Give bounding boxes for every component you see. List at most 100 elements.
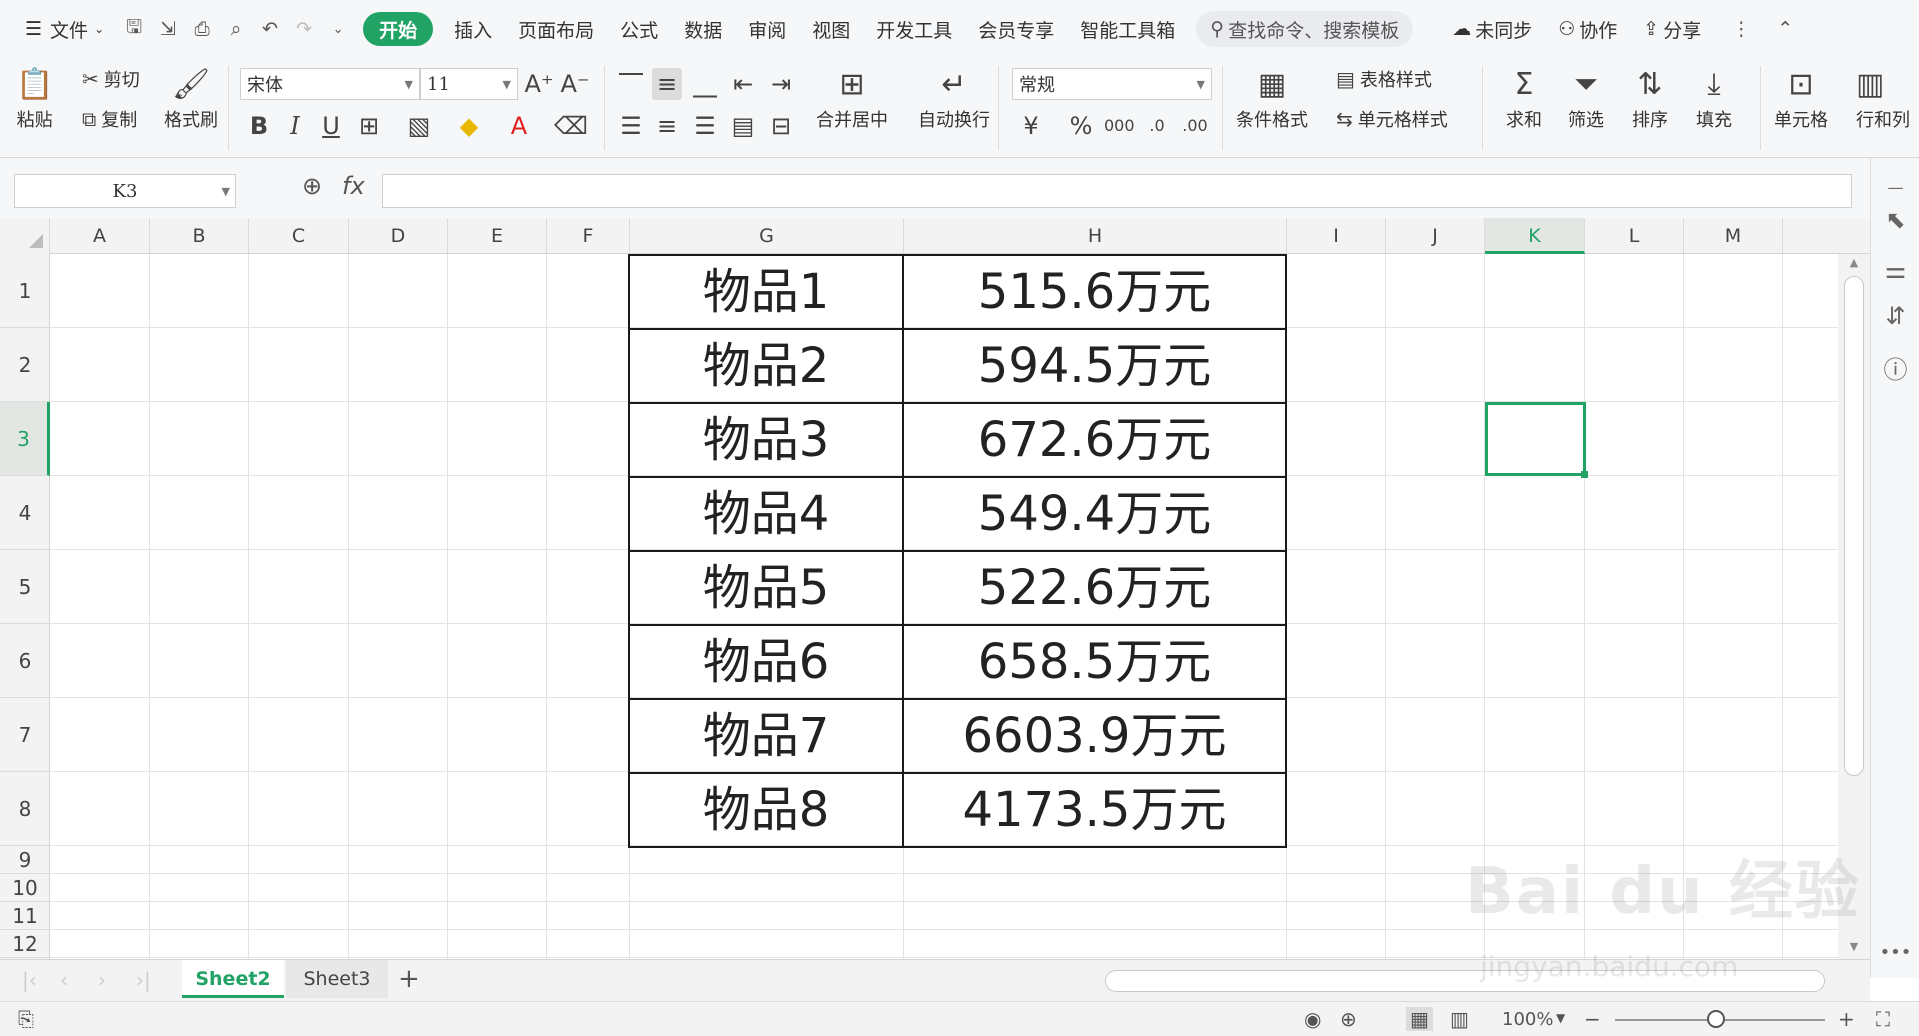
fullscreen-icon[interactable]: ⛶ — [1876, 1007, 1890, 1031]
currency-icon[interactable]: ¥ — [1016, 110, 1046, 142]
fill-button[interactable]: ⤓ 填充 — [1696, 64, 1732, 132]
properties-icon[interactable]: ⚌ — [1871, 256, 1919, 284]
value-cell[interactable]: 6603.9万元 — [902, 698, 1287, 774]
column-header-h[interactable]: H — [904, 218, 1287, 254]
next-sheet-icon[interactable]: › — [98, 968, 106, 992]
collapse-pane-icon[interactable]: — — [1871, 178, 1919, 197]
align-right-icon[interactable]: ☰ — [690, 110, 720, 142]
row-header-8[interactable]: 8 — [0, 772, 50, 846]
value-cell[interactable]: 658.5万元 — [902, 624, 1287, 700]
format-painter-button[interactable]: 🖌 格式刷 — [164, 64, 218, 132]
align-top-icon[interactable]: ⎺ — [616, 68, 646, 100]
borders-icon[interactable]: ⊞ — [354, 110, 384, 142]
active-cell-k3[interactable] — [1485, 402, 1588, 478]
value-cell[interactable]: 594.5万元 — [902, 328, 1287, 404]
sheet-tab-sheet3[interactable]: Sheet3 — [286, 960, 388, 998]
sheet-tab-sheet2[interactable]: Sheet2 — [182, 960, 284, 998]
eye-protection-icon[interactable]: ◉ — [1304, 1007, 1321, 1031]
item-cell[interactable]: 物品5 — [628, 550, 904, 626]
layout-center-icon[interactable]: ⊕ — [1340, 1007, 1357, 1031]
collab-button[interactable]: ⚇ 协作 — [1545, 12, 1630, 46]
column-header-e[interactable]: E — [448, 218, 547, 254]
tab-developer[interactable]: 开发工具 — [863, 12, 965, 46]
tab-data[interactable]: 数据 — [671, 12, 735, 46]
column-header-partial[interactable] — [1783, 218, 1838, 254]
zoom-level[interactable]: 100% — [1502, 1009, 1553, 1030]
number-format-select[interactable]: 常规 ▼ — [1012, 68, 1212, 100]
value-cell[interactable]: 515.6万元 — [902, 254, 1287, 330]
select-cursor-icon[interactable]: ⬉ — [1871, 206, 1919, 234]
print-icon[interactable]: ⎙ — [185, 12, 219, 46]
column-header-m[interactable]: M — [1684, 218, 1783, 254]
redo-icon[interactable]: ↷ — [287, 12, 321, 46]
row-header-10[interactable]: 10 — [0, 874, 50, 902]
copy-button[interactable]: ⧉ 复制 — [82, 106, 137, 132]
justify-icon[interactable]: ▤ — [728, 110, 758, 142]
column-header-l[interactable]: L — [1585, 218, 1684, 254]
row-header-2[interactable]: 2 — [0, 328, 50, 402]
normal-view-icon[interactable]: ▦ — [1406, 1007, 1433, 1031]
tab-smart-toolbox[interactable]: 智能工具箱 — [1067, 12, 1188, 46]
row-header-6[interactable]: 6 — [0, 624, 50, 698]
first-sheet-icon[interactable]: |‹ — [22, 968, 37, 992]
row-header-5[interactable]: 5 — [0, 550, 50, 624]
cell-button[interactable]: ⊡ 单元格 — [1774, 64, 1828, 132]
share-button[interactable]: ⇪ 分享 — [1630, 12, 1714, 46]
zoom-slider-knob[interactable] — [1707, 1010, 1725, 1028]
column-header-g[interactable]: G — [630, 218, 904, 254]
select-all-corner[interactable] — [0, 218, 50, 254]
column-header-i[interactable]: I — [1287, 218, 1386, 254]
item-cell[interactable]: 物品1 — [628, 254, 904, 330]
sum-button[interactable]: Σ 求和 — [1506, 64, 1542, 132]
tab-formulas[interactable]: 公式 — [607, 12, 671, 46]
cell-style-button[interactable]: ⇆ 单元格样式 — [1336, 106, 1448, 132]
formula-input[interactable] — [382, 174, 1852, 208]
clear-format-icon[interactable]: ⌫ — [554, 110, 588, 142]
cell-fill-pattern-icon[interactable]: ▧ — [404, 110, 434, 142]
macro-record-icon[interactable]: ⎘ — [18, 1007, 34, 1031]
row-header-7[interactable]: 7 — [0, 698, 50, 772]
more-icon[interactable]: ⋮ — [1724, 12, 1758, 46]
percent-icon[interactable]: % — [1066, 110, 1096, 142]
item-cell[interactable]: 物品3 — [628, 402, 904, 478]
align-bottom-icon[interactable]: ⎽ — [690, 68, 720, 100]
row-header-1[interactable]: 1 — [0, 254, 50, 328]
conditional-format-button[interactable]: ▦ 条件格式 — [1236, 64, 1308, 132]
table-style-button[interactable]: ▤ 表格样式 — [1336, 66, 1432, 92]
column-header-b[interactable]: B — [150, 218, 249, 254]
zoom-in-icon[interactable]: + — [1838, 1007, 1855, 1031]
decrease-font-icon[interactable]: A⁻ — [560, 68, 590, 100]
row-header-9[interactable]: 9 — [0, 846, 50, 874]
row-header-3[interactable]: 3 — [0, 402, 50, 476]
tab-review[interactable]: 审阅 — [735, 12, 799, 46]
save-icon[interactable]: 🖫 — [117, 12, 151, 46]
row-header-11[interactable]: 11 — [0, 902, 50, 930]
decrease-decimal-icon[interactable]: .00 — [1180, 110, 1210, 142]
value-cell[interactable]: 4173.5万元 — [902, 772, 1287, 848]
column-header-c[interactable]: C — [249, 218, 349, 254]
font-color-icon[interactable]: A — [504, 110, 534, 142]
indent-increase-icon[interactable]: ⇥ — [766, 68, 796, 100]
tab-page-layout[interactable]: 页面布局 — [505, 12, 607, 46]
item-cell[interactable]: 物品4 — [628, 476, 904, 552]
sort-button[interactable]: ⇅ 排序 — [1632, 64, 1668, 132]
fx-icon[interactable]: fx — [342, 172, 365, 200]
tab-home[interactable]: 开始 — [363, 12, 434, 46]
fill-color-icon[interactable]: ◆ — [454, 110, 484, 142]
column-header-j[interactable]: J — [1386, 218, 1485, 254]
page-break-view-icon[interactable]: ▥ — [1450, 1007, 1469, 1031]
more-options-icon[interactable]: ••• — [1871, 942, 1919, 963]
underline-icon[interactable]: U — [316, 110, 346, 142]
wrap-text-button[interactable]: ↵ 自动换行 — [918, 64, 990, 132]
help-icon[interactable]: ⓘ — [1871, 350, 1919, 385]
transform-icon[interactable]: ⇵ — [1871, 302, 1919, 330]
align-middle-icon[interactable]: ≡ — [652, 68, 682, 100]
item-cell[interactable]: 物品8 — [628, 772, 904, 848]
scroll-down-icon[interactable]: ▼ — [1838, 940, 1870, 953]
thousands-icon[interactable]: 000 — [1104, 110, 1135, 142]
zoom-formula-icon[interactable]: ⊕ — [302, 172, 322, 200]
tab-member[interactable]: 会员专享 — [965, 12, 1067, 46]
item-cell[interactable]: 物品7 — [628, 698, 904, 774]
collapse-ribbon-icon[interactable]: ⌃ — [1768, 12, 1802, 46]
last-sheet-icon[interactable]: ›| — [136, 968, 151, 992]
